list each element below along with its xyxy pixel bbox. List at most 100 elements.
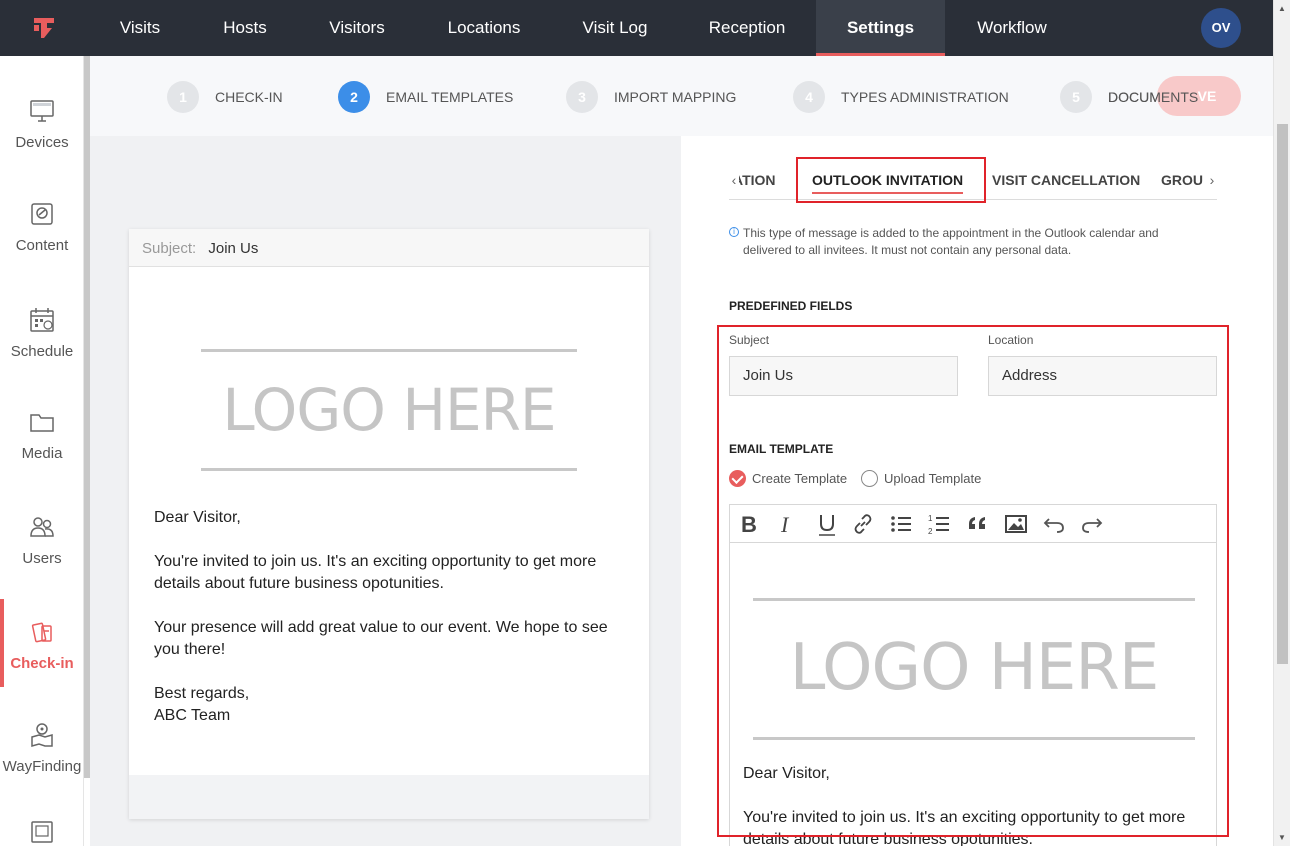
email-greeting: Dear Visitor, (154, 509, 241, 526)
info-text: This type of message is added to the app… (743, 226, 1159, 257)
nav-visits[interactable]: Visits (100, 0, 180, 56)
scrollbar-thumb[interactable] (1277, 124, 1288, 664)
editor-toolbar: B I 12 (730, 505, 1216, 543)
tab-visit-cancellation[interactable]: VISIT CANCELLATION (992, 160, 1140, 199)
preview-subject-bar: Subject: Join Us (129, 229, 649, 267)
step-number: 4 (793, 81, 825, 113)
svg-text:I: I (780, 512, 790, 537)
sidebar-item-devices[interactable]: Devices (0, 96, 83, 151)
tab-group[interactable]: GROU (1161, 160, 1203, 199)
step-label: CHECK-IN (215, 89, 283, 105)
link-icon[interactable] (850, 511, 876, 537)
sidebar-item-content[interactable]: Content (0, 199, 83, 254)
editor-content-area[interactable]: LOGO HERE Dear Visitor, You're invited t… (730, 543, 1216, 846)
step-number: 3 (566, 81, 598, 113)
content-icon (31, 203, 53, 225)
step-label: TYPES ADMINISTRATION (841, 89, 1009, 105)
nav-visitors[interactable]: Visitors (312, 0, 402, 56)
tab-outlook-invitation[interactable]: OUTLOOK INVITATION (812, 160, 964, 199)
radio-create-template[interactable]: Create Template (729, 470, 847, 488)
sidebar-item-more[interactable] (0, 818, 83, 846)
italic-icon[interactable]: I (774, 511, 800, 537)
preview-footer (129, 775, 649, 819)
sidebar-item-label: Schedule (10, 343, 74, 360)
subject-field-label: Subject (729, 333, 770, 347)
logo-placeholder: LOGO HERE (201, 349, 577, 471)
info-icon: i (729, 227, 739, 237)
sidebar-item-label: Check-in (10, 655, 74, 672)
numbered-list-icon[interactable]: 12 (926, 511, 952, 537)
preview-email-body: Dear Visitor, You're invited to join us.… (154, 507, 624, 727)
nav-visit-log[interactable]: Visit Log (566, 0, 664, 56)
sidebar-item-media[interactable]: Media (0, 407, 83, 462)
step-documents-label-overlay: DOCUMENTS (1108, 89, 1199, 105)
save-button-label: VE (1197, 88, 1217, 104)
steps-bar: 1 CHECK-IN 2 EMAIL TEMPLATES 3 IMPORT MA… (90, 56, 1273, 136)
image-icon[interactable] (1003, 511, 1029, 537)
location-field-label: Location (988, 333, 1034, 347)
document-icon (31, 821, 53, 843)
editor-email-body: Dear Visitor, You're invited to join us.… (743, 763, 1203, 846)
sidebar-item-label: Media (21, 445, 63, 462)
nav-reception[interactable]: Reception (694, 0, 800, 56)
radio-upload-template[interactable]: Upload Template (861, 470, 981, 488)
bullet-list-icon[interactable] (888, 511, 914, 537)
users-icon (30, 517, 54, 537)
nav-locations[interactable]: Locations (432, 0, 536, 56)
radio-label: Create Template (752, 471, 848, 486)
underline-icon[interactable] (814, 511, 840, 537)
quote-icon[interactable] (965, 511, 991, 537)
predefined-fields-title: PREDEFINED FIELDS (729, 299, 853, 313)
user-avatar[interactable]: OV (1201, 8, 1241, 48)
step-label: IMPORT MAPPING (614, 89, 737, 105)
tabs-prev-arrow-icon[interactable]: ‹ (729, 160, 739, 199)
radio-checked-icon (729, 470, 746, 487)
sidebar-item-label: WayFinding (2, 758, 82, 775)
logo-placeholder: LOGO HERE (753, 598, 1195, 740)
sidebar-item-wayfinding[interactable]: WayFinding (0, 720, 83, 775)
undo-icon[interactable] (1041, 511, 1067, 537)
scroll-up-arrow-icon[interactable]: ▲ (1278, 4, 1286, 13)
step-number: 1 (167, 81, 199, 113)
tabs-next-arrow-icon[interactable]: › (1207, 160, 1217, 199)
sidebar-item-schedule[interactable]: Schedule (0, 305, 83, 360)
sidebar-item-label: Devices (15, 134, 69, 151)
email-paragraph: You're invited to join us. It's an excit… (743, 809, 1186, 846)
template-tabs: ATION OUTLOOK INVITATION VISIT CANCELLAT… (729, 160, 1217, 200)
step-number: 2 (338, 81, 370, 113)
email-paragraph: Your presence will add great value to ou… (154, 619, 608, 658)
svg-text:B: B (741, 512, 757, 537)
nav-settings[interactable]: Settings (816, 0, 945, 56)
sidebar-item-check-in[interactable]: Check-in (0, 599, 83, 687)
monitor-icon (30, 100, 54, 122)
checkin-icon (31, 622, 52, 643)
email-preview-card: Subject: Join Us LOGO HERE Dear Visitor,… (129, 229, 649, 819)
sidebar-item-label: Users (22, 550, 62, 567)
location-input[interactable]: Address (988, 356, 1217, 396)
top-nav: Visits Hosts Visitors Locations Visit Lo… (0, 0, 1273, 56)
redo-icon[interactable] (1079, 511, 1105, 537)
page-scrollbar[interactable]: ▲ ▼ (1273, 0, 1290, 846)
folder-icon (30, 414, 54, 432)
nav-workflow[interactable]: Workflow (960, 0, 1064, 56)
rich-text-editor: B I 12 LOGO HERE Dear Visitor, You're in… (729, 504, 1217, 846)
info-message: i This type of message is added to the a… (729, 225, 1199, 259)
email-team: ABC Team (154, 707, 231, 724)
sidebar-item-users[interactable]: Users (0, 512, 83, 567)
svg-text:1: 1 (928, 514, 933, 523)
email-greeting: Dear Visitor, (743, 765, 830, 782)
tab-invitation[interactable]: ATION (733, 160, 776, 199)
wayfinding-icon (31, 723, 53, 747)
subject-input[interactable]: Join Us (729, 356, 958, 396)
sidebar-item-label: Content (15, 237, 69, 254)
bold-icon[interactable]: B (736, 511, 762, 537)
nav-hosts[interactable]: Hosts (205, 0, 285, 56)
email-paragraph: You're invited to join us. It's an excit… (154, 553, 597, 592)
step-number: 5 (1060, 81, 1092, 113)
step-label: EMAIL TEMPLATES (386, 89, 514, 105)
svg-text:2: 2 (928, 527, 933, 536)
scroll-down-arrow-icon[interactable]: ▼ (1278, 833, 1286, 842)
email-signoff: Best regards, (154, 685, 250, 702)
radio-label: Upload Template (884, 471, 982, 486)
app-logo-icon[interactable] (28, 12, 60, 44)
